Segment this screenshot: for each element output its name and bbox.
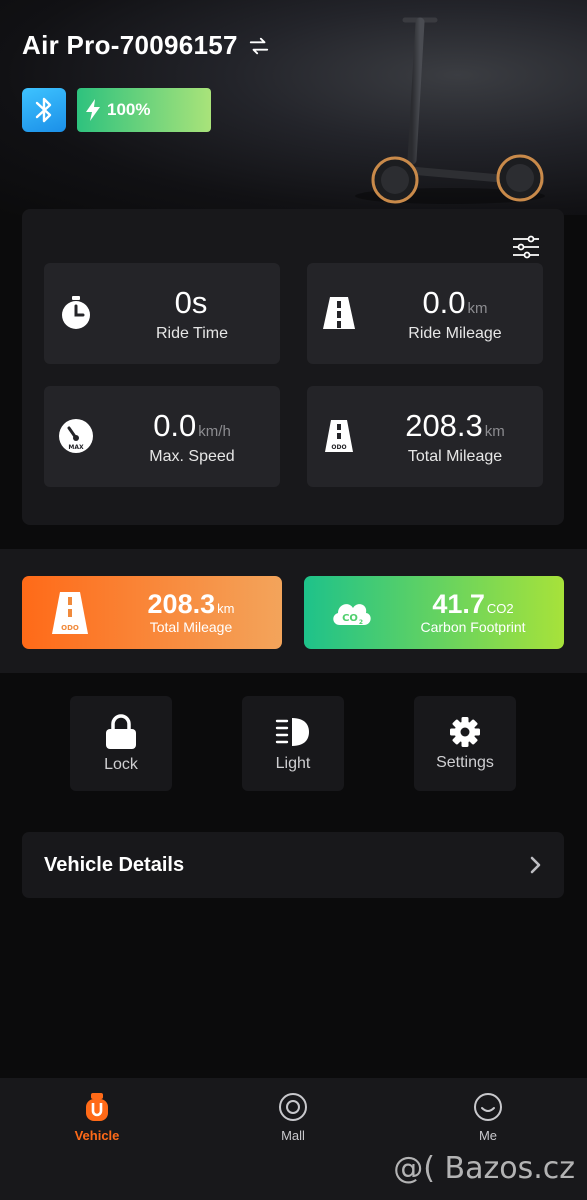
stat-label: Max. Speed [149,448,235,465]
svg-text:2: 2 [359,619,363,626]
bluetooth-icon [35,97,52,123]
svg-text:ODO: ODO [331,444,346,451]
svg-text:CO: CO [342,613,358,624]
switch-device-icon[interactable] [248,35,270,57]
odometer-road-icon: ODO [325,420,353,452]
odometer-road-icon: ODO [52,592,88,634]
lock-button[interactable]: Lock [70,696,172,791]
tab-mall-label: Mall [281,1128,305,1143]
scooter-image [355,17,545,204]
smiley-icon [474,1093,502,1121]
stat-label: Ride Mileage [408,325,502,342]
headlight-icon [275,717,309,746]
speedometer-icon: MAX [59,419,93,453]
svg-text:MAX: MAX [68,444,84,451]
tab-vehicle-label: Vehicle [74,1128,120,1143]
total-mileage-value: 208.3 km [147,589,235,619]
gear-icon [450,716,480,747]
stat-value: 208.3 km [405,408,505,443]
light-label: Light [275,754,311,772]
vehicle-details-row[interactable]: Vehicle Details [22,832,564,898]
carbon-footprint-card[interactable]: CO 2 41.7 CO2 Carbon Footprint [304,576,564,649]
stat-max-speed: MAX 0.0 km/h Max. Speed [44,386,280,487]
co2-cloud-icon: CO 2 [333,604,371,626]
total-mileage-card[interactable]: ODO 208.3 km Total Mileage [22,576,282,649]
carbon-footprint-label: Carbon Footprint [420,619,526,635]
chevron-right-icon [530,856,541,874]
stat-value: 0.0 km/h [153,408,231,443]
road-icon [323,297,355,329]
stat-value: 0.0 km [422,285,488,320]
tab-me-label: Me [478,1128,498,1143]
watermark: @( Bazos.cz [393,1151,575,1186]
light-button[interactable]: Light [242,696,344,791]
tab-vehicle[interactable]: Vehicle [37,1092,157,1143]
stat-label: Total Mileage [407,448,503,465]
settings-button[interactable]: Settings [414,696,516,791]
stat-total-mileage: ODO 208.3 km Total Mileage [307,386,543,487]
device-title: Air Pro-70096157 [22,30,238,60]
settings-label: Settings [436,753,494,771]
filter-settings-icon[interactable] [512,233,540,261]
total-mileage-label: Total Mileage [149,619,233,635]
stopwatch-icon [62,296,90,329]
stat-ride-time: 0s Ride Time [44,263,280,364]
lightning-icon [86,99,100,121]
vehicle-icon [86,1093,108,1121]
carbon-footprint-value: 41.7 CO2 [432,589,514,619]
battery-badge: 100% [77,88,211,132]
tab-me[interactable]: Me [428,1092,548,1143]
bluetooth-badge[interactable] [22,88,66,132]
stat-value: 0s [174,285,208,320]
ride-stats-panel: 0s Ride Time 0.0 km Ride Mileage MAX 0.0 k… [22,209,564,525]
mall-icon [279,1093,307,1121]
stat-label: Ride Time [155,325,229,342]
lock-label: Lock [104,755,138,773]
battery-level: 100% [107,100,151,119]
vehicle-details-label: Vehicle Details [44,853,185,876]
lock-icon [106,713,136,749]
tab-mall[interactable]: Mall [233,1092,353,1143]
header: Air Pro-70096157 [22,30,270,61]
svg-text:ODO: ODO [61,624,79,632]
stat-ride-mileage: 0.0 km Ride Mileage [307,263,543,364]
